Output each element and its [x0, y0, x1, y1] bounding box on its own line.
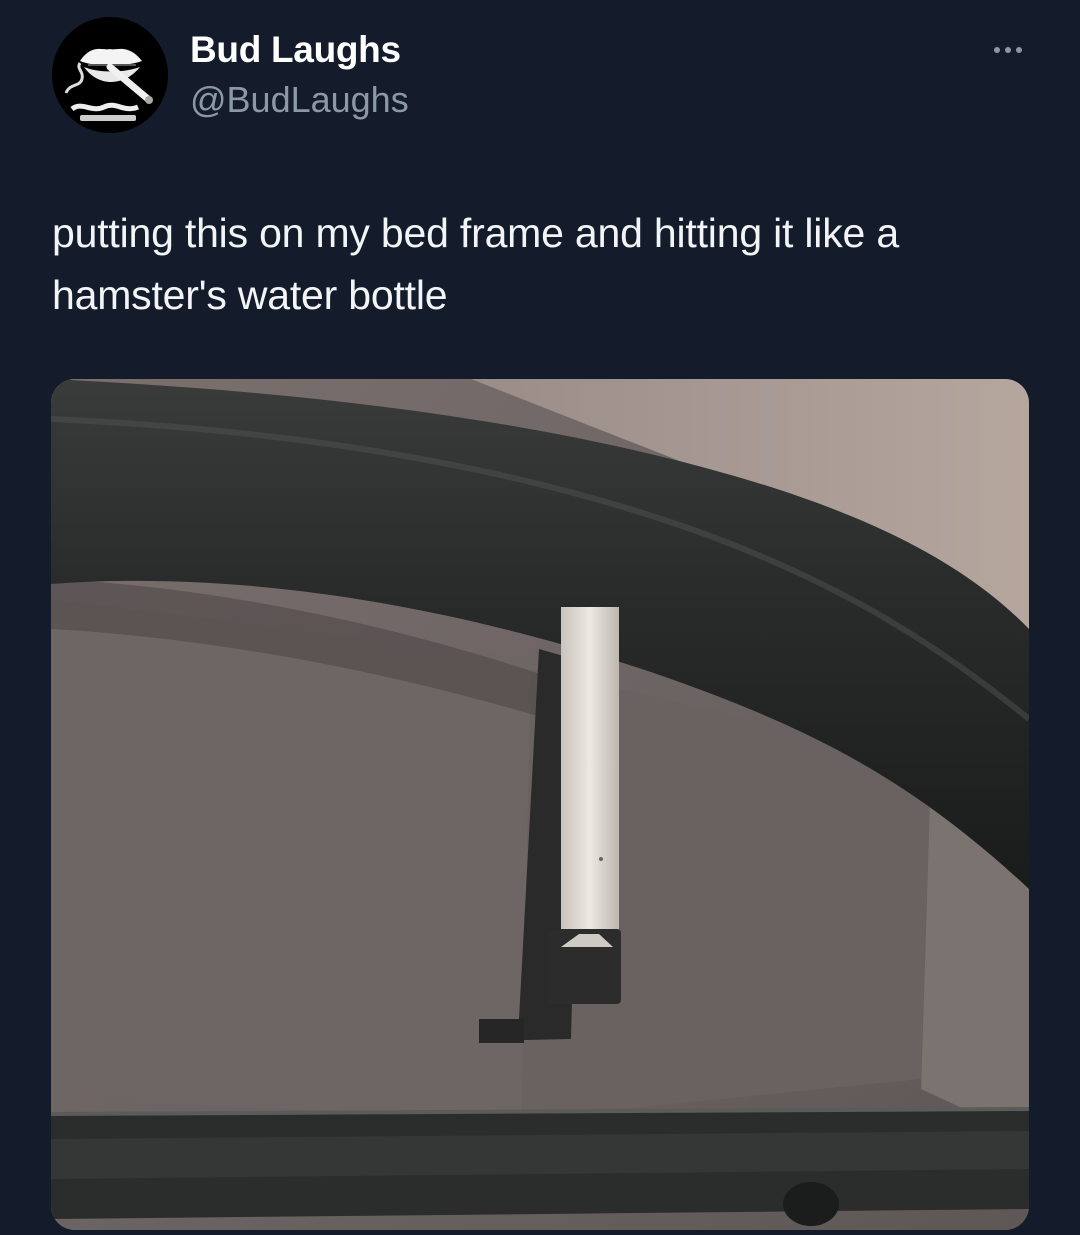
photo-image [51, 379, 1029, 1230]
tweet: Bud Laughs @BudLaughs putting this on my… [0, 0, 1080, 1235]
avatar[interactable] [52, 17, 168, 133]
author-info: Bud Laughs @BudLaughs [190, 28, 409, 122]
tweet-text: putting this on my bed frame and hitting… [52, 210, 899, 318]
author-display-name[interactable]: Bud Laughs [190, 28, 409, 72]
more-horizontal-icon-dot [1016, 47, 1022, 53]
tweet-photo[interactable] [51, 379, 1029, 1230]
more-horizontal-icon-dot [1005, 47, 1011, 53]
more-options-button[interactable] [984, 36, 1032, 64]
author-handle[interactable]: @BudLaughs [190, 78, 409, 122]
lips-avatar-icon [52, 17, 168, 133]
more-horizontal-icon [994, 47, 1000, 53]
